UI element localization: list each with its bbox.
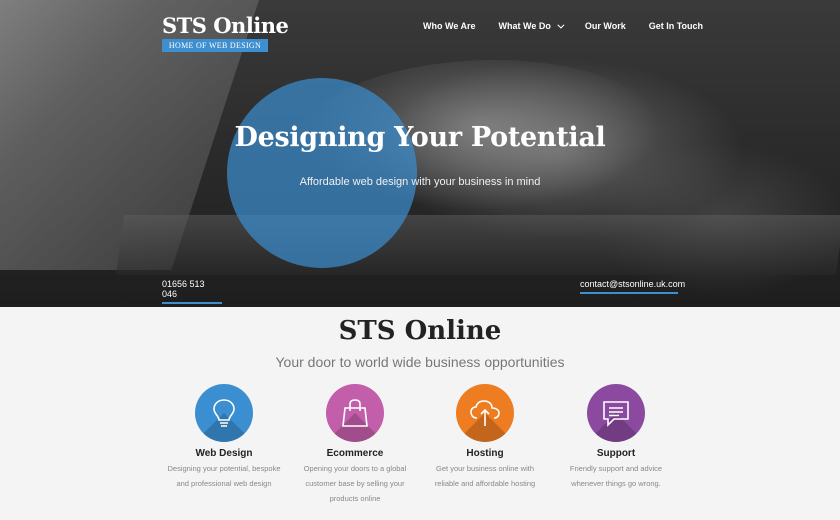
main-navigation: Who We Are What We Do Our Work Get In To… — [423, 20, 703, 32]
feature-description: Get your business online with reliable a… — [434, 464, 536, 488]
hero-banner: STS Online HOME OF WEB DESIGN Who We Are… — [0, 0, 840, 307]
lightbulb-icon — [213, 399, 235, 427]
site-logo[interactable]: STS Online HOME OF WEB DESIGN — [162, 13, 289, 52]
feature-description: Opening your doors to a global customer … — [303, 464, 407, 503]
nav-item-what-we-do[interactable]: What We Do — [498, 20, 565, 32]
feature-web-design[interactable]: Web Design Designing your potential, bes… — [164, 384, 284, 491]
shopping-bag-icon — [342, 399, 368, 427]
feature-ecommerce[interactable]: Ecommerce Opening your doors to a global… — [295, 384, 415, 506]
section-title: STS Online — [338, 316, 502, 346]
feature-description: Friendly support and advice whenever thi… — [569, 464, 663, 488]
feature-title: Support — [596, 448, 636, 459]
feature-hosting[interactable]: Hosting Get your business online with re… — [425, 384, 545, 491]
decorative-blue-circle — [227, 78, 417, 268]
feature-icon-circle — [326, 384, 384, 442]
nav-item-get-in-touch[interactable]: Get In Touch — [649, 20, 703, 32]
feature-title: Web Design — [195, 448, 253, 459]
feature-title: Ecommerce — [326, 448, 384, 459]
nav-label: Our Work — [584, 21, 626, 31]
chevron-down-icon — [557, 21, 565, 29]
feature-icon-circle — [195, 384, 253, 442]
email-link[interactable]: contact@stsonline.uk.com — [580, 279, 685, 294]
feature-icon-circle — [587, 384, 645, 442]
feature-title: Hosting — [466, 448, 504, 459]
nav-label: What We Do — [498, 21, 551, 31]
laptop-keyboard-image — [115, 215, 840, 275]
nav-item-who-we-are[interactable]: Who We Are — [423, 20, 476, 32]
feature-description: Designing your potential, bespoke and pr… — [167, 464, 281, 488]
speech-bubble-icon — [603, 401, 629, 427]
nav-label: Get In Touch — [648, 21, 704, 31]
cloud-upload-icon — [470, 400, 500, 426]
hero-title: Designing Your Potential — [234, 122, 606, 153]
phone-link[interactable]: 01656 513 046 — [162, 279, 222, 304]
feature-icon-circle — [456, 384, 514, 442]
feature-support[interactable]: Support Friendly support and advice when… — [556, 384, 676, 491]
logo-title: STS Online — [162, 13, 289, 38]
hero-subtitle: Affordable web design with your business… — [299, 176, 541, 188]
nav-item-our-work[interactable]: Our Work — [585, 20, 626, 32]
section-subtitle: Your door to world wide business opportu… — [275, 354, 565, 370]
logo-tagline: HOME OF WEB DESIGN — [162, 39, 268, 52]
nav-label: Who We Are — [423, 21, 476, 31]
